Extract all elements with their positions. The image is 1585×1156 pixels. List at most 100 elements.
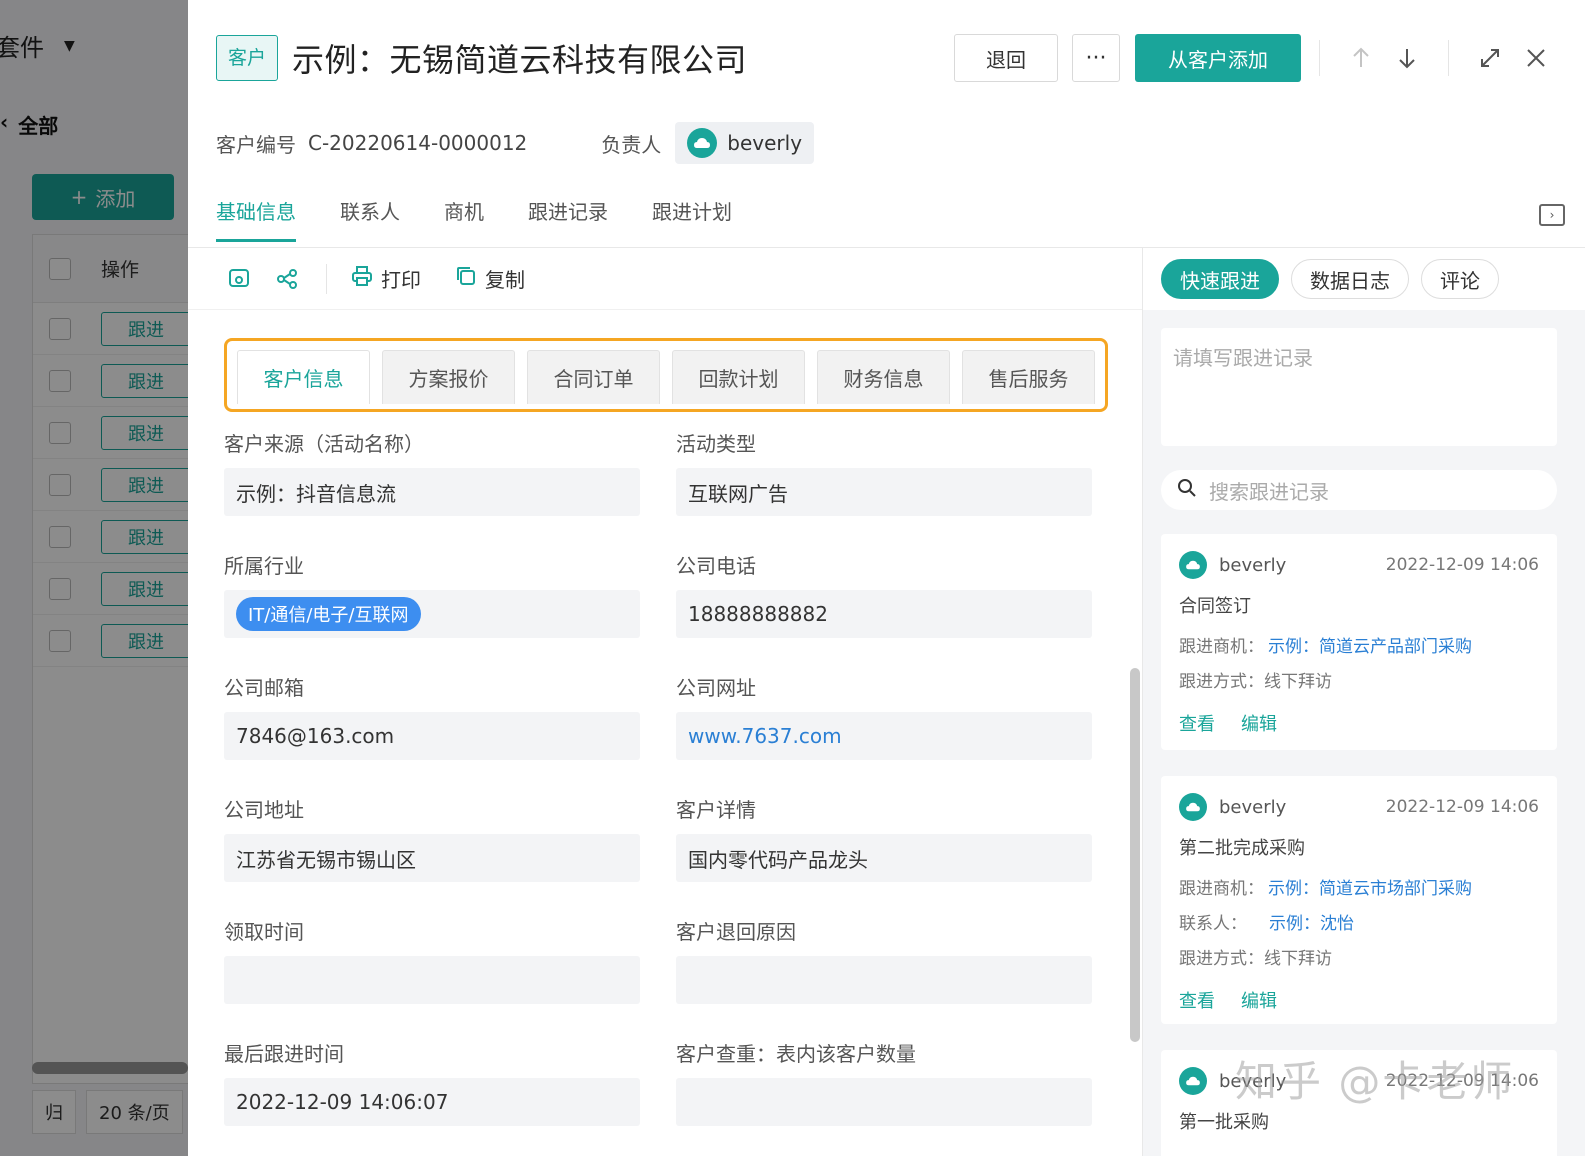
panel-toggle-icon[interactable]: › [1539, 204, 1565, 226]
row-checkbox[interactable] [49, 369, 71, 392]
qr-preview-icon[interactable] [226, 266, 252, 292]
record-method-value: 线下拜访 [1264, 949, 1332, 969]
table-row: 跟进 [33, 459, 188, 511]
field-label: 客户退回原因 [676, 920, 796, 944]
contact-link[interactable]: 示例：沈怡 [1269, 909, 1354, 934]
tab-follow-records[interactable]: 跟进记录 [528, 196, 608, 242]
follow-note-input[interactable]: 请填写跟进记录 [1161, 328, 1557, 446]
edit-button[interactable]: 编辑 [1241, 710, 1277, 736]
divider [1448, 40, 1449, 76]
bg-pagination-prev[interactable]: 归 [32, 1090, 76, 1134]
view-button[interactable]: 查看 [1179, 710, 1215, 736]
row-checkbox[interactable] [49, 421, 71, 444]
owner-label: 负责人 [601, 132, 662, 157]
row-checkbox[interactable] [49, 317, 71, 340]
record-user: beverly [1219, 554, 1287, 576]
subtab-contract-orders[interactable]: 合同订单 [527, 350, 660, 404]
share-icon[interactable] [274, 266, 300, 292]
printer-icon [351, 265, 373, 292]
customer-detail-drawer: 客户 示例：无锡简道云科技有限公司 退回 ··· 从客户添加 客户编号 C-20… [188, 0, 1585, 1156]
record-user: beverly [1219, 1070, 1287, 1092]
return-reason-value [676, 956, 1092, 1004]
background-app: 套件 ▼ ‹ 全部 + 添加 操作 跟进 跟进 跟进 跟进 跟进 跟进 跟进 归… [0, 0, 188, 1156]
tab-contacts[interactable]: 联系人 [340, 196, 400, 242]
bg-horizontal-scrollbar[interactable] [32, 1062, 188, 1074]
record-method-value: 线下拜访 [1264, 672, 1332, 692]
record-field-label: 跟进商机： [1179, 879, 1264, 899]
follow-search-input[interactable]: 搜索跟进记录 [1161, 470, 1557, 510]
bg-app-title: 套件 ▼ [0, 28, 75, 63]
arrow-down-icon[interactable] [1392, 43, 1422, 73]
record-header: beverly 2022-12-09 14:06 [1179, 790, 1539, 824]
more-button[interactable]: ··· [1072, 34, 1120, 82]
opportunity-link[interactable]: 示例：简道云产品部门采购 [1268, 632, 1472, 657]
website-link[interactable]: www.7637.com [676, 712, 1092, 760]
table-row: 跟进 [33, 511, 188, 563]
drawer-header: 客户 示例：无锡简道云科技有限公司 退回 ··· 从客户添加 [216, 32, 1585, 84]
follow-button[interactable]: 跟进 [101, 467, 188, 502]
subtab-after-sales[interactable]: 售后服务 [962, 350, 1095, 404]
bg-all-label: ‹ 全部 [0, 110, 58, 139]
bg-page-size-select[interactable]: 20 条/页 [86, 1090, 183, 1134]
industry-pill: IT/通信/电子/互联网 [236, 597, 421, 631]
main-tabs: 基础信息 联系人 商机 跟进记录 跟进计划 [216, 196, 776, 242]
record-time: 2022-12-09 14:06 [1385, 797, 1539, 817]
view-button[interactable]: 查看 [1179, 987, 1215, 1013]
divider [326, 263, 327, 294]
table-row: 跟进 [33, 407, 188, 459]
edit-button[interactable]: 编辑 [1241, 987, 1277, 1013]
record-field-label: 跟进商机： [1179, 637, 1264, 657]
row-checkbox[interactable] [49, 473, 71, 496]
bg-select-all-checkbox[interactable] [49, 257, 71, 280]
subtab-quotation[interactable]: 方案报价 [382, 350, 515, 404]
row-checkbox[interactable] [49, 629, 71, 652]
follow-record: beverly 2022-12-09 14:06 合同签订 跟进商机： 示例：简… [1161, 534, 1557, 750]
print-button[interactable]: 打印 [351, 264, 421, 293]
row-checkbox[interactable] [49, 525, 71, 548]
form-scrollbar[interactable] [1130, 668, 1140, 1042]
add-from-customer-button[interactable]: 从客户添加 [1135, 34, 1301, 82]
follow-button[interactable]: 跟进 [101, 623, 188, 658]
record-type-tag: 客户 [216, 35, 279, 81]
follow-button[interactable]: 跟进 [101, 415, 188, 450]
table-row: 跟进 [33, 355, 188, 407]
bg-add-button[interactable]: + 添加 [32, 174, 174, 220]
row-checkbox[interactable] [49, 577, 71, 600]
follow-button[interactable]: 跟进 [101, 311, 188, 346]
field-address: 公司地址 江苏省无锡市锡山区 [224, 794, 640, 882]
search-placeholder: 搜索跟进记录 [1209, 479, 1329, 504]
record-opportunity: 跟进商机： 示例：简道云市场部门采购 [1179, 874, 1539, 899]
follow-button[interactable]: 跟进 [101, 571, 188, 606]
tab-basic-info[interactable]: 基础信息 [216, 196, 296, 242]
follow-button[interactable]: 跟进 [101, 363, 188, 398]
opportunity-link[interactable]: 示例：简道云市场部门采购 [1268, 874, 1472, 899]
expand-icon[interactable] [1475, 43, 1505, 73]
tab-data-log[interactable]: 数据日志 [1291, 259, 1409, 299]
record-method: 跟进方式： 线下拜访 [1179, 944, 1539, 969]
tab-opportunities[interactable]: 商机 [444, 196, 484, 242]
subtab-customer-info[interactable]: 客户信息 [237, 350, 370, 404]
follow-button[interactable]: 跟进 [101, 519, 188, 554]
avatar [687, 128, 718, 158]
follow-panel: 快速跟进 数据日志 评论 请填写跟进记录 搜索跟进记录 beverly 2022… [1142, 248, 1585, 1156]
field-label: 公司地址 [224, 798, 304, 822]
arrow-up-icon[interactable] [1346, 43, 1376, 73]
record-title: 第一批采购 [1179, 1112, 1269, 1133]
record-header: beverly 2022-12-09 14:06 [1179, 1064, 1539, 1098]
back-button[interactable]: 退回 [954, 34, 1058, 82]
tab-follow-plans[interactable]: 跟进计划 [652, 196, 732, 242]
last-follow-value: 2022-12-09 14:06:07 [224, 1078, 640, 1126]
tab-quick-follow[interactable]: 快速跟进 [1161, 259, 1279, 299]
subtab-payment-plan[interactable]: 回款计划 [672, 350, 805, 404]
follow-record: beverly 2022-12-09 14:06 第二批完成采购 跟进商机： 示… [1161, 776, 1557, 1024]
owner-chip[interactable]: beverly [675, 122, 815, 164]
record-field-label: 跟进方式： [1179, 672, 1264, 692]
record-title: 第二批完成采购 [1179, 838, 1305, 859]
copy-button[interactable]: 复制 [455, 264, 525, 293]
print-label: 打印 [381, 268, 421, 292]
detail-value: 国内零代码产品龙头 [676, 834, 1092, 882]
email-value: 7846@163.com [224, 712, 640, 760]
close-icon[interactable] [1521, 43, 1551, 73]
subtab-finance-info[interactable]: 财务信息 [817, 350, 950, 404]
tab-comments[interactable]: 评论 [1421, 259, 1499, 299]
